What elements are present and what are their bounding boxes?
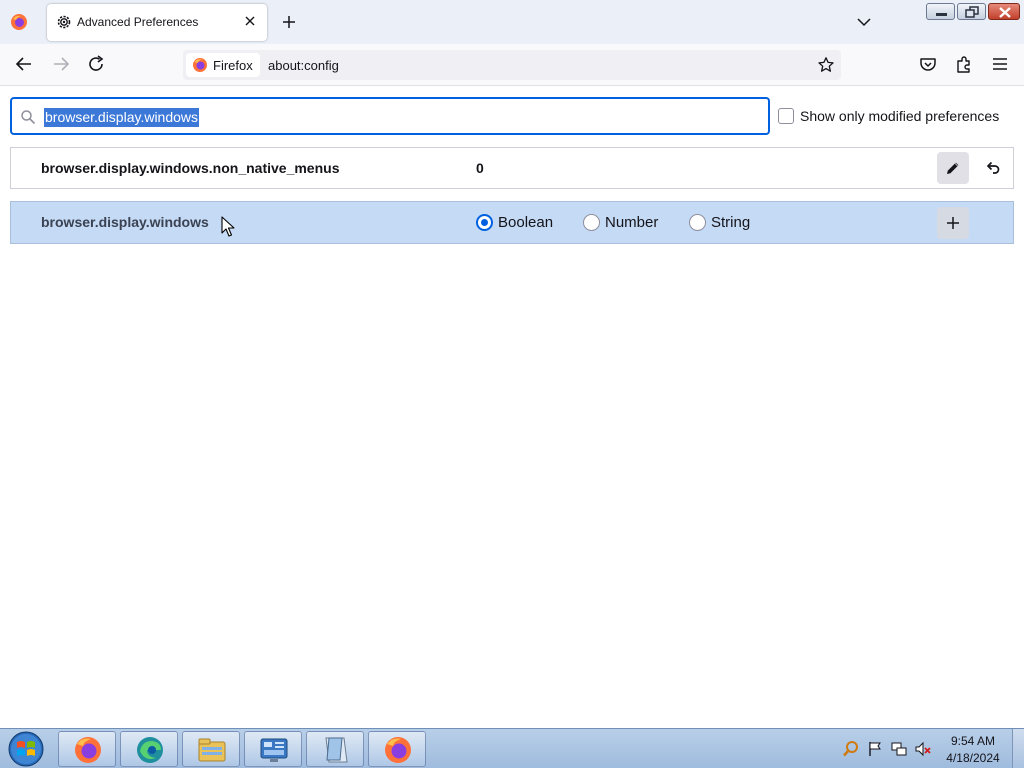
forward-arrow-icon[interactable] — [51, 54, 71, 74]
taskbar-firefox[interactable] — [58, 731, 116, 767]
pref-value: 0 — [476, 160, 484, 176]
action-center-flag-icon[interactable] — [866, 740, 884, 758]
string-radio[interactable] — [689, 214, 706, 231]
boolean-label[interactable]: Boolean — [498, 214, 553, 231]
identity-box[interactable]: Firefox — [186, 53, 260, 77]
tab-strip: Advanced Preferences — [0, 0, 1024, 44]
chevron-down-icon[interactable] — [856, 14, 872, 30]
search-magnifier-icon[interactable] — [842, 740, 860, 758]
identity-label: Firefox — [213, 58, 253, 73]
url-bar[interactable]: Firefox about:config — [183, 50, 841, 80]
gear-icon — [57, 15, 71, 29]
close-tab-icon[interactable] — [243, 14, 257, 28]
clock-time[interactable]: 9:54 AM — [940, 734, 1006, 748]
volume-muted-icon[interactable] — [914, 740, 932, 758]
boolean-radio[interactable] — [476, 214, 493, 231]
taskbar-control-panel[interactable] — [244, 731, 302, 767]
file-explorer-icon — [198, 738, 226, 762]
taskbar-notepad[interactable] — [306, 731, 364, 767]
add-button[interactable] — [937, 207, 969, 239]
firefox-icon — [385, 737, 411, 763]
bookmark-star-icon[interactable] — [817, 56, 835, 74]
close-window-button[interactable] — [988, 3, 1020, 20]
notepad-icon — [325, 737, 348, 763]
network-icon[interactable] — [890, 740, 908, 758]
taskbar: 9:54 AM 4/18/2024 — [0, 728, 1024, 768]
plus-icon — [947, 217, 959, 229]
control-panel-icon — [260, 738, 288, 762]
firefox-logo-icon[interactable] — [10, 13, 28, 31]
pocket-icon[interactable] — [918, 54, 938, 74]
extensions-icon[interactable] — [954, 54, 974, 74]
pref-name: browser.display.windows — [41, 214, 209, 230]
taskbar-edge[interactable] — [120, 731, 178, 767]
pref-name: browser.display.windows.non_native_menus — [41, 160, 340, 176]
firefox-icon — [75, 737, 101, 763]
taskbar-firefox-active[interactable] — [368, 731, 426, 767]
number-label[interactable]: Number — [605, 214, 658, 231]
reset-button[interactable] — [977, 152, 1009, 184]
taskbar-file-explorer[interactable] — [182, 731, 240, 767]
show-desktop-button[interactable] — [1012, 729, 1024, 768]
start-button-icon[interactable] — [6, 730, 46, 768]
new-tab-icon[interactable] — [280, 13, 298, 31]
firefox-logo-icon — [193, 58, 207, 72]
mouse-cursor-icon — [221, 216, 235, 237]
restore-button[interactable] — [957, 3, 986, 20]
edge-icon — [137, 737, 163, 763]
hamburger-menu-icon[interactable] — [990, 54, 1010, 74]
back-arrow-icon[interactable] — [14, 54, 34, 74]
tab-advanced-preferences[interactable]: Advanced Preferences — [47, 4, 267, 41]
navigation-toolbar: Firefox about:config — [0, 44, 1024, 86]
pref-row[interactable]: browser.display.windows.non_native_menus… — [10, 147, 1014, 189]
string-label[interactable]: String — [711, 214, 750, 231]
search-input[interactable]: browser.display.windows — [44, 108, 200, 127]
search-box[interactable]: browser.display.windows — [10, 97, 770, 135]
search-icon — [21, 110, 36, 125]
number-radio[interactable] — [583, 214, 600, 231]
clock-date[interactable]: 4/18/2024 — [940, 751, 1006, 765]
reload-icon[interactable] — [86, 54, 106, 74]
show-modified-checkbox[interactable] — [778, 108, 794, 124]
undo-arrow-icon — [986, 161, 1000, 174]
show-modified-label[interactable]: Show only modified preferences — [800, 108, 999, 124]
url-text[interactable]: about:config — [268, 58, 339, 73]
edit-button[interactable] — [937, 152, 969, 184]
new-pref-row[interactable]: browser.display.windows Boolean Number S… — [10, 201, 1014, 244]
pencil-icon — [947, 162, 959, 174]
minimize-button[interactable] — [926, 3, 955, 20]
tab-title: Advanced Preferences — [77, 15, 199, 29]
